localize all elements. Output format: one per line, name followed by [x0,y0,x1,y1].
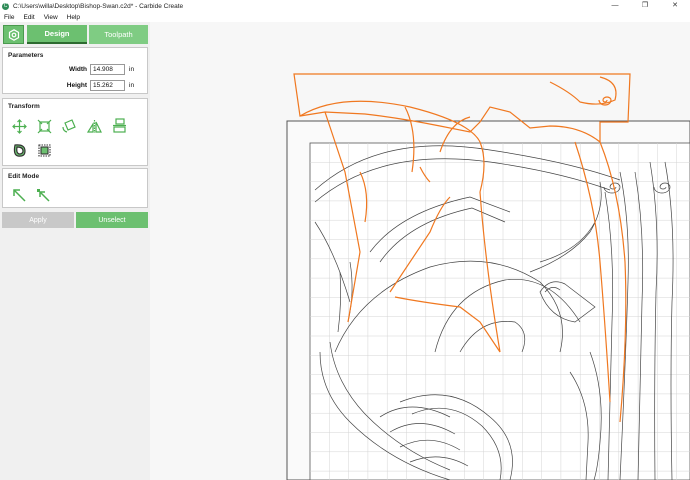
apply-button[interactable]: Apply [2,212,74,228]
edit-mode-title: Edit Mode [8,173,40,180]
mirror-button[interactable] [86,118,103,135]
fit-button[interactable] [36,142,53,159]
design-canvas[interactable] [150,22,690,480]
align-icon [113,118,126,133]
offset-icon [13,144,26,157]
edit-mode-section: Edit Mode [2,168,148,208]
width-field[interactable]: 14.908 [90,64,125,75]
mode-tabs: Design Toolpath [2,25,148,44]
menu-bar: File Edit View Help [0,12,690,22]
rotate-icon [62,119,76,133]
scale-button[interactable] [36,118,53,135]
window-controls: — ❐ ✕ [600,0,690,12]
unselect-button[interactable]: Unselect [76,212,148,228]
width-unit: in [129,66,135,73]
canvas-drawing[interactable] [150,22,690,480]
edit-node-button[interactable] [35,187,52,204]
select-node-icon [13,189,26,202]
height-label: Height [66,82,87,89]
mirror-icon [87,120,102,133]
menu-help[interactable]: Help [67,14,80,21]
tab-design[interactable]: Design [27,25,87,44]
gear-icon [8,28,19,41]
fit-icon [38,144,51,157]
move-button[interactable] [11,118,28,135]
height-row: Height 15.262 in [3,80,149,92]
parameters-title: Parameters [8,52,44,59]
menu-edit[interactable]: Edit [23,14,34,21]
minimize-button[interactable]: — [600,0,630,12]
select-node-button[interactable] [11,187,28,204]
tab-toolpath[interactable]: Toolpath [89,25,148,44]
offset-button[interactable] [11,142,28,159]
carbide-create-logo-icon: C [2,2,9,10]
left-panel: Design Toolpath Parameters Width 14.908 … [0,22,150,480]
rotate-button[interactable] [61,117,78,134]
width-row: Width 14.908 in [3,64,149,76]
transform-section: Transform [2,98,148,166]
menu-file[interactable]: File [4,14,14,21]
transform-title: Transform [8,103,40,110]
scale-icon [37,119,52,134]
align-button[interactable] [111,117,128,134]
parameters-section: Parameters Width 14.908 in Height 15.262… [2,47,148,94]
width-label: Width [69,66,87,73]
move-icon [12,119,27,134]
title-bar: C C:\Users\willa\Desktop\Bishop-Swan.c2d… [0,0,690,12]
design-area [309,142,690,480]
height-unit: in [129,82,135,89]
settings-button[interactable] [3,25,24,44]
maximize-button[interactable]: ❐ [630,0,660,12]
height-field[interactable]: 15.262 [90,80,125,91]
close-button[interactable]: ✕ [660,0,690,12]
edit-node-icon [37,189,50,202]
menu-view[interactable]: View [44,14,58,21]
window-title: C:\Users\willa\Desktop\Bishop-Swan.c2d* … [13,2,184,10]
